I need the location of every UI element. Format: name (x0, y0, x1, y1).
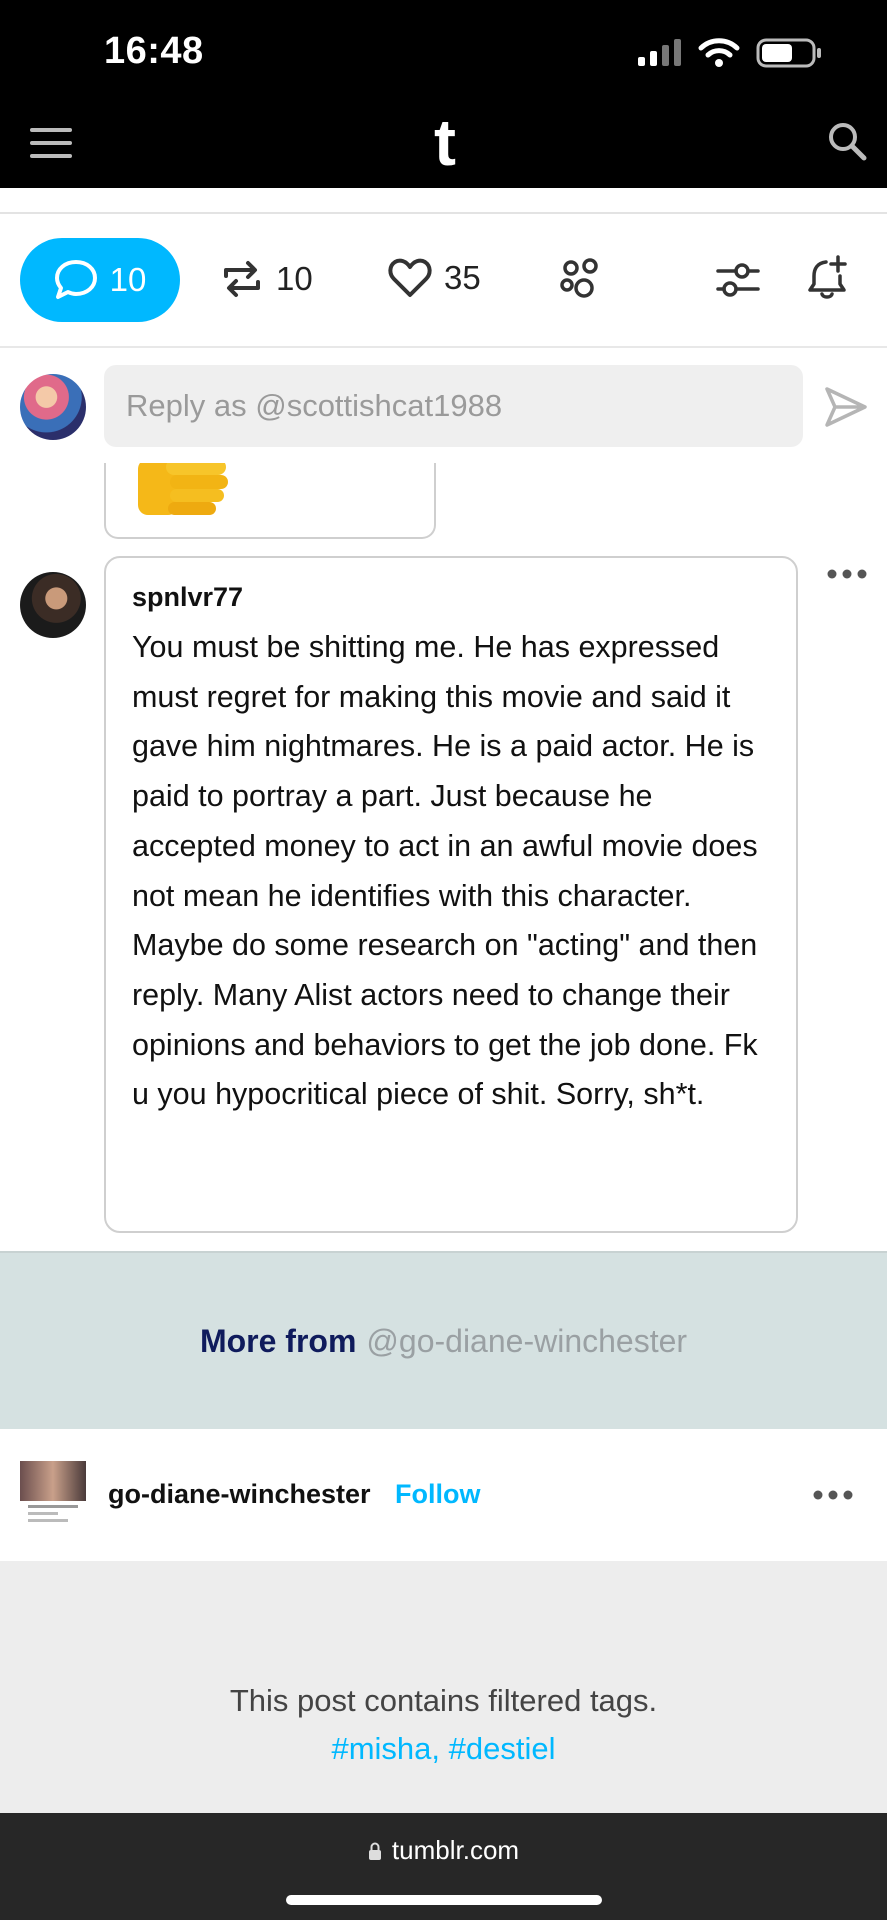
like-button[interactable]: 35 (388, 258, 481, 298)
battery-icon (756, 38, 821, 68)
lock-icon (368, 1842, 381, 1860)
comment-card: spnlvr77 You must be shitting me. He has… (104, 556, 798, 1233)
comment-more-options-icon[interactable] (826, 568, 868, 580)
status-time: 16:48 (104, 30, 204, 72)
more-from-label: More from (199, 1322, 357, 1359)
like-count: 35 (444, 259, 481, 296)
heart-icon (388, 258, 432, 297)
menu-icon[interactable] (30, 128, 72, 158)
user-avatar (20, 374, 86, 440)
wifi-icon (698, 38, 740, 67)
signal-icon (638, 39, 684, 66)
browser-url-bar[interactable]: tumblr.com (0, 1813, 887, 1920)
top-navigation: t (0, 96, 887, 188)
reply-input[interactable]: Reply as @scottishcat1988 (104, 365, 803, 447)
follow-button[interactable]: Follow (395, 1479, 480, 1510)
previous-comment-card (104, 463, 436, 539)
filtered-tags-notice: This post contains filtered tags. #misha… (0, 1561, 887, 1813)
more-from-banner[interactable]: More from @go-diane-winchester (0, 1251, 887, 1429)
add-notification-bell-icon[interactable] (806, 254, 852, 302)
filtered-tags[interactable]: #misha, #destiel (0, 1731, 887, 1767)
filtered-message: This post contains filtered tags. (229, 1683, 658, 1718)
status-bar: 16:48 (0, 0, 887, 96)
send-icon[interactable] (824, 386, 868, 428)
search-icon[interactable] (826, 120, 868, 162)
home-indicator[interactable] (286, 1895, 602, 1905)
reblog-button[interactable]: 10 (220, 258, 313, 300)
url-text: tumblr.com (391, 1835, 520, 1865)
comment-text: You must be shitting me. He has expresse… (132, 630, 758, 1112)
more-from-handle: @go-diane-winchester (366, 1322, 688, 1359)
post-more-options-icon[interactable] (812, 1489, 854, 1501)
reactions-icon[interactable] (560, 258, 604, 300)
comment-username[interactable]: spnlvr77 (132, 582, 770, 613)
thumbs-up-emoji (138, 463, 228, 515)
blog-avatar[interactable] (20, 1461, 86, 1527)
filter-sliders-icon[interactable] (716, 260, 760, 300)
reblog-icon (224, 261, 260, 297)
tumblr-logo[interactable]: t (420, 104, 470, 180)
blog-name[interactable]: go-diane-winchester (108, 1479, 371, 1510)
commenter-avatar[interactable] (20, 572, 86, 638)
post-more-options-icon[interactable] (812, 1919, 854, 1931)
reblog-count: 10 (276, 260, 313, 297)
post-header: go-diane-winchester Follow (0, 1429, 887, 1561)
post-action-bar: 10 10 35 (0, 214, 887, 348)
comments-count: 10 (109, 261, 147, 298)
comments-button[interactable]: 10 (20, 238, 180, 322)
comment-icon (54, 260, 97, 299)
